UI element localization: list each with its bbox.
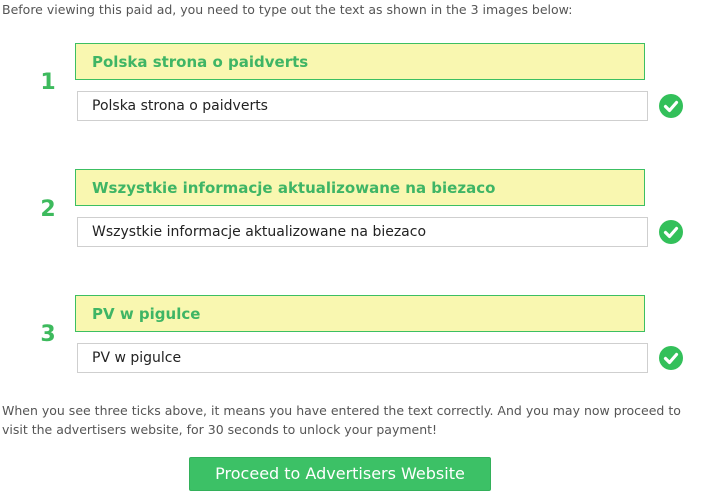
captcha-image-text: Polska strona o paidverts — [75, 43, 645, 80]
captcha-row-1: 1 Polska strona o paidverts — [0, 43, 704, 133]
captcha-number: 3 — [40, 322, 56, 347]
captcha-row-2: 2 Wszystkie informacje aktualizowane na … — [0, 169, 704, 259]
captcha-row-3: 3 PV w pigulce — [0, 295, 704, 385]
check-circle-icon — [659, 94, 683, 118]
captcha-number: 1 — [40, 70, 56, 95]
captcha-image-text: PV w pigulce — [75, 295, 645, 332]
footer-instructions: When you see three ticks above, it means… — [2, 403, 681, 437]
check-circle-icon — [659, 220, 683, 244]
instructions-text: Before viewing this paid ad, you need to… — [2, 2, 573, 17]
proceed-button[interactable]: Proceed to Advertisers Website — [189, 457, 491, 491]
captcha-image-text: Wszystkie informacje aktualizowane na bi… — [75, 169, 645, 206]
captcha-input-1[interactable] — [77, 91, 648, 121]
check-circle-icon — [659, 346, 683, 370]
captcha-number: 2 — [40, 197, 56, 222]
captcha-input-2[interactable] — [77, 217, 648, 247]
captcha-input-3[interactable] — [77, 343, 648, 373]
